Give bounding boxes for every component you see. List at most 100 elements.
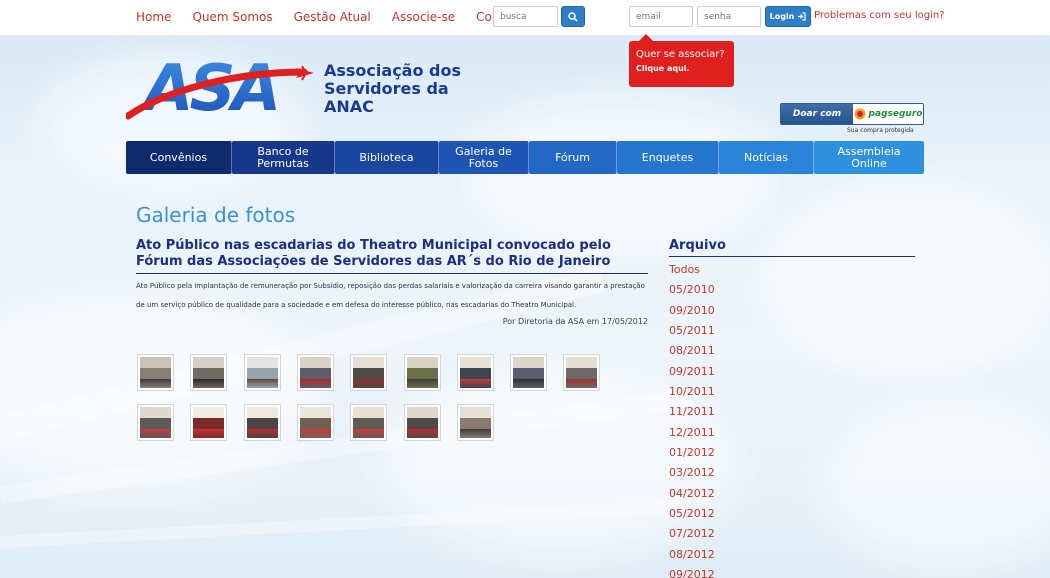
photo-image bbox=[406, 407, 438, 438]
archive-item[interactable]: 04/2012 bbox=[669, 486, 715, 506]
archive-item[interactable]: 05/2012 bbox=[669, 506, 715, 526]
tab-label: Notícias bbox=[744, 150, 788, 164]
nav-quem-somos[interactable]: Quem Somos bbox=[192, 10, 272, 24]
login-button[interactable]: Login bbox=[765, 6, 811, 27]
gallery-thumbnail[interactable] bbox=[296, 404, 334, 441]
doar-label: Doar com bbox=[781, 104, 853, 124]
tab-label: Enquetes bbox=[641, 150, 694, 164]
tab-label: Convênios bbox=[149, 150, 208, 164]
top-nav: Home Quem Somos Gestão Atual Associe-se … bbox=[136, 10, 545, 24]
photo-image bbox=[299, 407, 331, 438]
gallery-thumbnail[interactable] bbox=[137, 404, 174, 441]
photo-image bbox=[353, 407, 385, 438]
tab-label: Banco de Permutas bbox=[257, 144, 309, 170]
archive-item[interactable]: 10/2011 bbox=[669, 384, 715, 404]
article-title[interactable]: Ato Público nas escadarias do Theatro Mu… bbox=[136, 238, 648, 274]
org-name-line2: Servidores da bbox=[324, 79, 449, 98]
photo-image bbox=[246, 407, 278, 438]
archive-item[interactable]: 01/2012 bbox=[669, 445, 715, 465]
photo-image bbox=[299, 357, 331, 388]
main-nav: Convênios Banco de Permutas Biblioteca G… bbox=[126, 141, 924, 174]
page-title: Galeria de fotos bbox=[136, 203, 296, 227]
gallery-thumbnail[interactable] bbox=[137, 354, 174, 391]
gallery-thumbnail[interactable] bbox=[296, 354, 334, 391]
tab-forum[interactable]: Fórum bbox=[529, 141, 617, 174]
tab-label: Biblioteca bbox=[359, 150, 414, 164]
gallery-thumbnail[interactable] bbox=[456, 404, 494, 441]
archive-item[interactable]: 12/2011 bbox=[669, 425, 715, 445]
associate-question: Quer se associar? bbox=[636, 49, 725, 60]
login-problem-link[interactable]: Problemas com seu login? bbox=[814, 10, 944, 21]
tab-label: Assembleia Online bbox=[837, 144, 901, 170]
archive-item[interactable]: 09/2011 bbox=[669, 364, 715, 384]
gallery-thumbnail[interactable] bbox=[190, 404, 228, 441]
photo-image bbox=[513, 357, 545, 388]
gallery-thumbnail[interactable] bbox=[456, 354, 494, 391]
archive-item[interactable]: 09/2012 bbox=[669, 567, 715, 578]
photo-image bbox=[140, 357, 171, 388]
org-name-line1: Associação dos bbox=[324, 61, 461, 80]
gallery-thumbnail[interactable] bbox=[403, 354, 441, 391]
article-body: Ato Público pela implantação de remunera… bbox=[136, 282, 645, 309]
gallery-thumbnail[interactable] bbox=[350, 354, 388, 391]
photo-image bbox=[406, 357, 438, 388]
gallery-thumbnail[interactable] bbox=[243, 404, 281, 441]
asa-logo[interactable]: ASA bbox=[124, 50, 316, 126]
nav-associe-se[interactable]: Associe-se bbox=[392, 10, 455, 24]
article-byline: Por Diretoria da ASA em 17/05/2012 bbox=[502, 317, 648, 326]
archive-item[interactable]: 07/2012 bbox=[669, 526, 715, 546]
nav-gestao-atual[interactable]: Gestão Atual bbox=[294, 10, 371, 24]
tab-banco-de-permutas[interactable]: Banco de Permutas bbox=[232, 141, 335, 174]
gallery-thumbnail[interactable] bbox=[510, 354, 548, 391]
tab-label: Galeria de Fotos bbox=[455, 144, 512, 170]
archive-item[interactable]: 08/2012 bbox=[669, 547, 715, 567]
search-input[interactable] bbox=[493, 6, 558, 27]
gallery-thumbnail[interactable] bbox=[190, 354, 228, 391]
photo-image bbox=[140, 407, 171, 438]
pagseguro-brand: pagseguro bbox=[853, 104, 923, 124]
org-name-line3: ANAC bbox=[324, 97, 374, 116]
photo-image bbox=[459, 357, 491, 388]
archive-item[interactable]: 09/2010 bbox=[669, 303, 715, 323]
associate-link[interactable]: Clique aqui. bbox=[636, 64, 734, 73]
pagseguro-brand-text: pagseguro bbox=[868, 109, 923, 119]
tab-noticias[interactable]: Notícias bbox=[719, 141, 814, 174]
archive-list: Todos 05/2010 09/2010 05/2011 08/2011 09… bbox=[669, 262, 715, 578]
organization-name: Associação dos Servidores da ANAC bbox=[324, 62, 461, 116]
gallery-thumbnail[interactable] bbox=[563, 354, 601, 391]
gallery-thumbnail[interactable] bbox=[403, 404, 441, 441]
photo-image bbox=[566, 357, 598, 388]
email-field[interactable] bbox=[629, 6, 693, 27]
sign-in-icon bbox=[798, 12, 806, 21]
photo-image bbox=[193, 407, 225, 438]
tab-biblioteca[interactable]: Biblioteca bbox=[335, 141, 439, 174]
associate-popup[interactable]: Quer se associar? Clique aqui. bbox=[629, 34, 734, 87]
nav-home[interactable]: Home bbox=[136, 10, 171, 24]
search-icon bbox=[568, 11, 578, 22]
archive-item[interactable]: 08/2011 bbox=[669, 343, 715, 363]
tab-galeria-de-fotos[interactable]: Galeria de Fotos bbox=[439, 141, 529, 174]
photo-image bbox=[353, 357, 385, 388]
gallery-thumbnail[interactable] bbox=[350, 404, 388, 441]
archive-item[interactable]: Todos bbox=[669, 262, 715, 282]
tab-enquetes[interactable]: Enquetes bbox=[617, 141, 719, 174]
archive-item[interactable]: 05/2010 bbox=[669, 282, 715, 302]
photo-image bbox=[246, 357, 278, 388]
photo-image bbox=[459, 407, 491, 438]
gallery-thumbnail[interactable] bbox=[243, 354, 281, 391]
pagseguro-donate-button[interactable]: Doar com pagseguro bbox=[780, 103, 924, 125]
top-bar: Home Quem Somos Gestão Atual Associe-se … bbox=[0, 0, 1050, 36]
login-label: Login bbox=[769, 12, 795, 21]
tab-assembleia-online[interactable]: Assembleia Online bbox=[814, 141, 924, 174]
pagseguro-subtitle: Sua compra protegida bbox=[847, 127, 914, 134]
archive-title: Arquivo bbox=[669, 238, 915, 257]
tab-convenios[interactable]: Convênios bbox=[126, 141, 232, 174]
photo-image bbox=[193, 357, 225, 388]
search-button[interactable] bbox=[561, 6, 585, 27]
archive-item[interactable]: 03/2012 bbox=[669, 465, 715, 485]
tab-label: Fórum bbox=[555, 150, 590, 164]
pagseguro-icon bbox=[854, 108, 866, 120]
archive-item[interactable]: 11/2011 bbox=[669, 404, 715, 424]
archive-item[interactable]: 05/2011 bbox=[669, 323, 715, 343]
password-field[interactable] bbox=[697, 6, 761, 27]
